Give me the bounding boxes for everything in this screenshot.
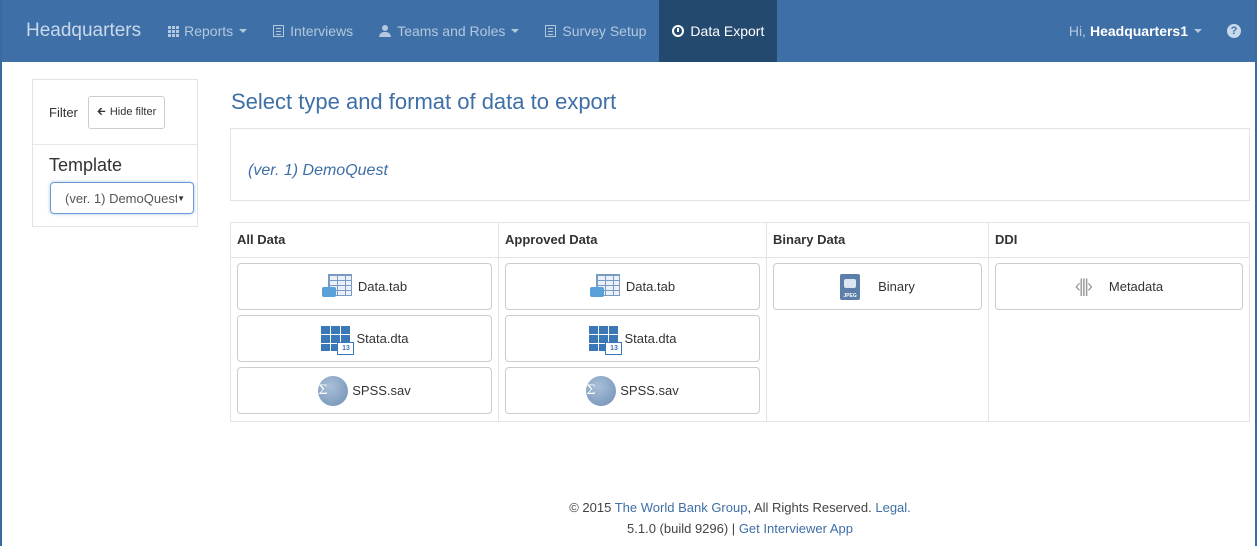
list-icon <box>273 25 285 37</box>
column-header: All Data <box>231 223 498 258</box>
nav-survey-setup-label: Survey Setup <box>562 23 647 39</box>
caret-down-icon <box>1194 29 1202 33</box>
hide-filter-button[interactable]: 🡰 Hide filter <box>87 95 166 129</box>
template-label: Template <box>49 155 123 175</box>
arrow-left-icon: 🡰 <box>96 105 106 118</box>
binary-button[interactable]: JPEG Binary <box>773 263 982 310</box>
button-label: Data.tab <box>357 279 408 294</box>
approved-data-spss-button[interactable]: Σ SPSS.sav <box>505 367 760 414</box>
copyright: © 2015 <box>569 500 612 515</box>
column-header: Approved Data <box>499 223 766 258</box>
approved-data-tab-button[interactable]: Data.tab <box>505 263 760 310</box>
page-title: Select type and format of data to export <box>231 89 617 114</box>
nav-interviews[interactable]: Interviews <box>260 0 366 62</box>
template-selected-value: (ver. 1) DemoQuest <box>65 190 178 206</box>
nav-reports[interactable]: Reports <box>155 0 260 62</box>
stata-file-icon: 13 <box>588 324 623 355</box>
caret-down-icon <box>511 29 520 33</box>
questionnaire-panel: (ver. 1) DemoQuest <box>230 128 1250 201</box>
list-icon <box>545 25 557 37</box>
button-label: Metadata <box>1108 279 1164 294</box>
button-label: Stata.dta <box>624 331 677 346</box>
grid-icon <box>168 25 180 37</box>
caret-down-icon <box>239 29 248 33</box>
person-icon <box>379 25 392 37</box>
tab-file-icon <box>321 273 354 300</box>
column-approved-data: Approved Data Data.tab 13 Stata.dta Σ SP… <box>499 223 767 421</box>
nav-reports-label: Reports <box>184 23 234 39</box>
filter-panel: Filter 🡰 Hide filter Template (ver. 1) D… <box>32 79 198 227</box>
user-menu[interactable]: Hi, Headquarters1 <box>1056 0 1215 62</box>
brand-link[interactable]: Headquarters <box>2 0 155 62</box>
button-label: SPSS.sav <box>620 383 679 398</box>
questionnaire-name: (ver. 1) DemoQuest <box>248 162 388 179</box>
version-text: 5.1.0 (build 9296) | <box>627 521 736 536</box>
top-navbar: Headquarters Reports Interviews Teams an… <box>2 0 1255 62</box>
username: Headquarters1 <box>1089 23 1188 39</box>
greeting: Hi, <box>1068 23 1086 39</box>
footer-line-1: © 2015 The World Bank Group, All Rights … <box>230 497 1250 518</box>
all-data-spss-button[interactable]: Σ SPSS.sav <box>237 367 492 414</box>
ddi-metadata-icon: ‹|||› <box>1074 276 1093 296</box>
help-icon[interactable]: ? <box>1227 24 1241 38</box>
nav-right: Hi, Headquarters1 ? <box>1056 0 1255 62</box>
world-bank-link[interactable]: The World Bank Group <box>615 500 748 515</box>
filter-label: Filter <box>49 104 78 120</box>
approved-data-stata-button[interactable]: 13 Stata.dta <box>505 315 760 362</box>
spss-file-icon: Σ <box>318 375 349 406</box>
column-binary-data: Binary Data JPEG Binary <box>767 223 989 421</box>
nav-data-export[interactable]: Data Export <box>659 0 778 62</box>
select-caret-icon: ▼ <box>177 193 185 203</box>
all-data-tab-button[interactable]: Data.tab <box>237 263 492 310</box>
template-select[interactable]: (ver. 1) DemoQuest ▼ <box>50 182 194 214</box>
column-header: Binary Data <box>767 223 988 258</box>
nav-data-export-label: Data Export <box>690 23 765 39</box>
column-all-data: All Data Data.tab 13 Stata.dta Σ SPSS.sa… <box>231 223 499 421</box>
hide-filter-label: Hide filter <box>109 106 157 118</box>
get-interviewer-app-link[interactable]: Get Interviewer App <box>739 521 853 536</box>
filter-header: Filter 🡰 Hide filter <box>33 80 197 145</box>
nav-teams-label: Teams and Roles <box>397 23 506 39</box>
button-label: SPSS.sav <box>352 383 411 398</box>
footer-line-2: 5.1.0 (build 9296) | Get Interviewer App <box>230 518 1250 539</box>
nav-survey-setup[interactable]: Survey Setup <box>532 0 659 62</box>
button-label: Binary <box>878 279 915 294</box>
button-label: Stata.dta <box>356 331 409 346</box>
button-label: Data.tab <box>625 279 676 294</box>
stata-file-icon: 13 <box>320 324 355 355</box>
column-ddi: DDI ‹|||› Metadata <box>989 223 1249 421</box>
rights-text: , All Rights Reserved. <box>747 500 872 515</box>
footer: © 2015 The World Bank Group, All Rights … <box>230 497 1250 539</box>
nav-interviews-label: Interviews <box>290 23 354 39</box>
clock-icon <box>672 25 685 37</box>
spss-file-icon: Σ <box>586 375 617 406</box>
tab-file-icon <box>589 273 622 300</box>
jpeg-file-icon: JPEG <box>840 273 861 300</box>
column-header: DDI <box>989 223 1249 258</box>
metadata-button[interactable]: ‹|||› Metadata <box>995 263 1243 310</box>
all-data-stata-button[interactable]: 13 Stata.dta <box>237 315 492 362</box>
export-table: All Data Data.tab 13 Stata.dta Σ SPSS.sa… <box>230 222 1250 422</box>
nav-teams-and-roles[interactable]: Teams and Roles <box>366 0 532 62</box>
legal-link[interactable]: Legal. <box>875 500 910 515</box>
